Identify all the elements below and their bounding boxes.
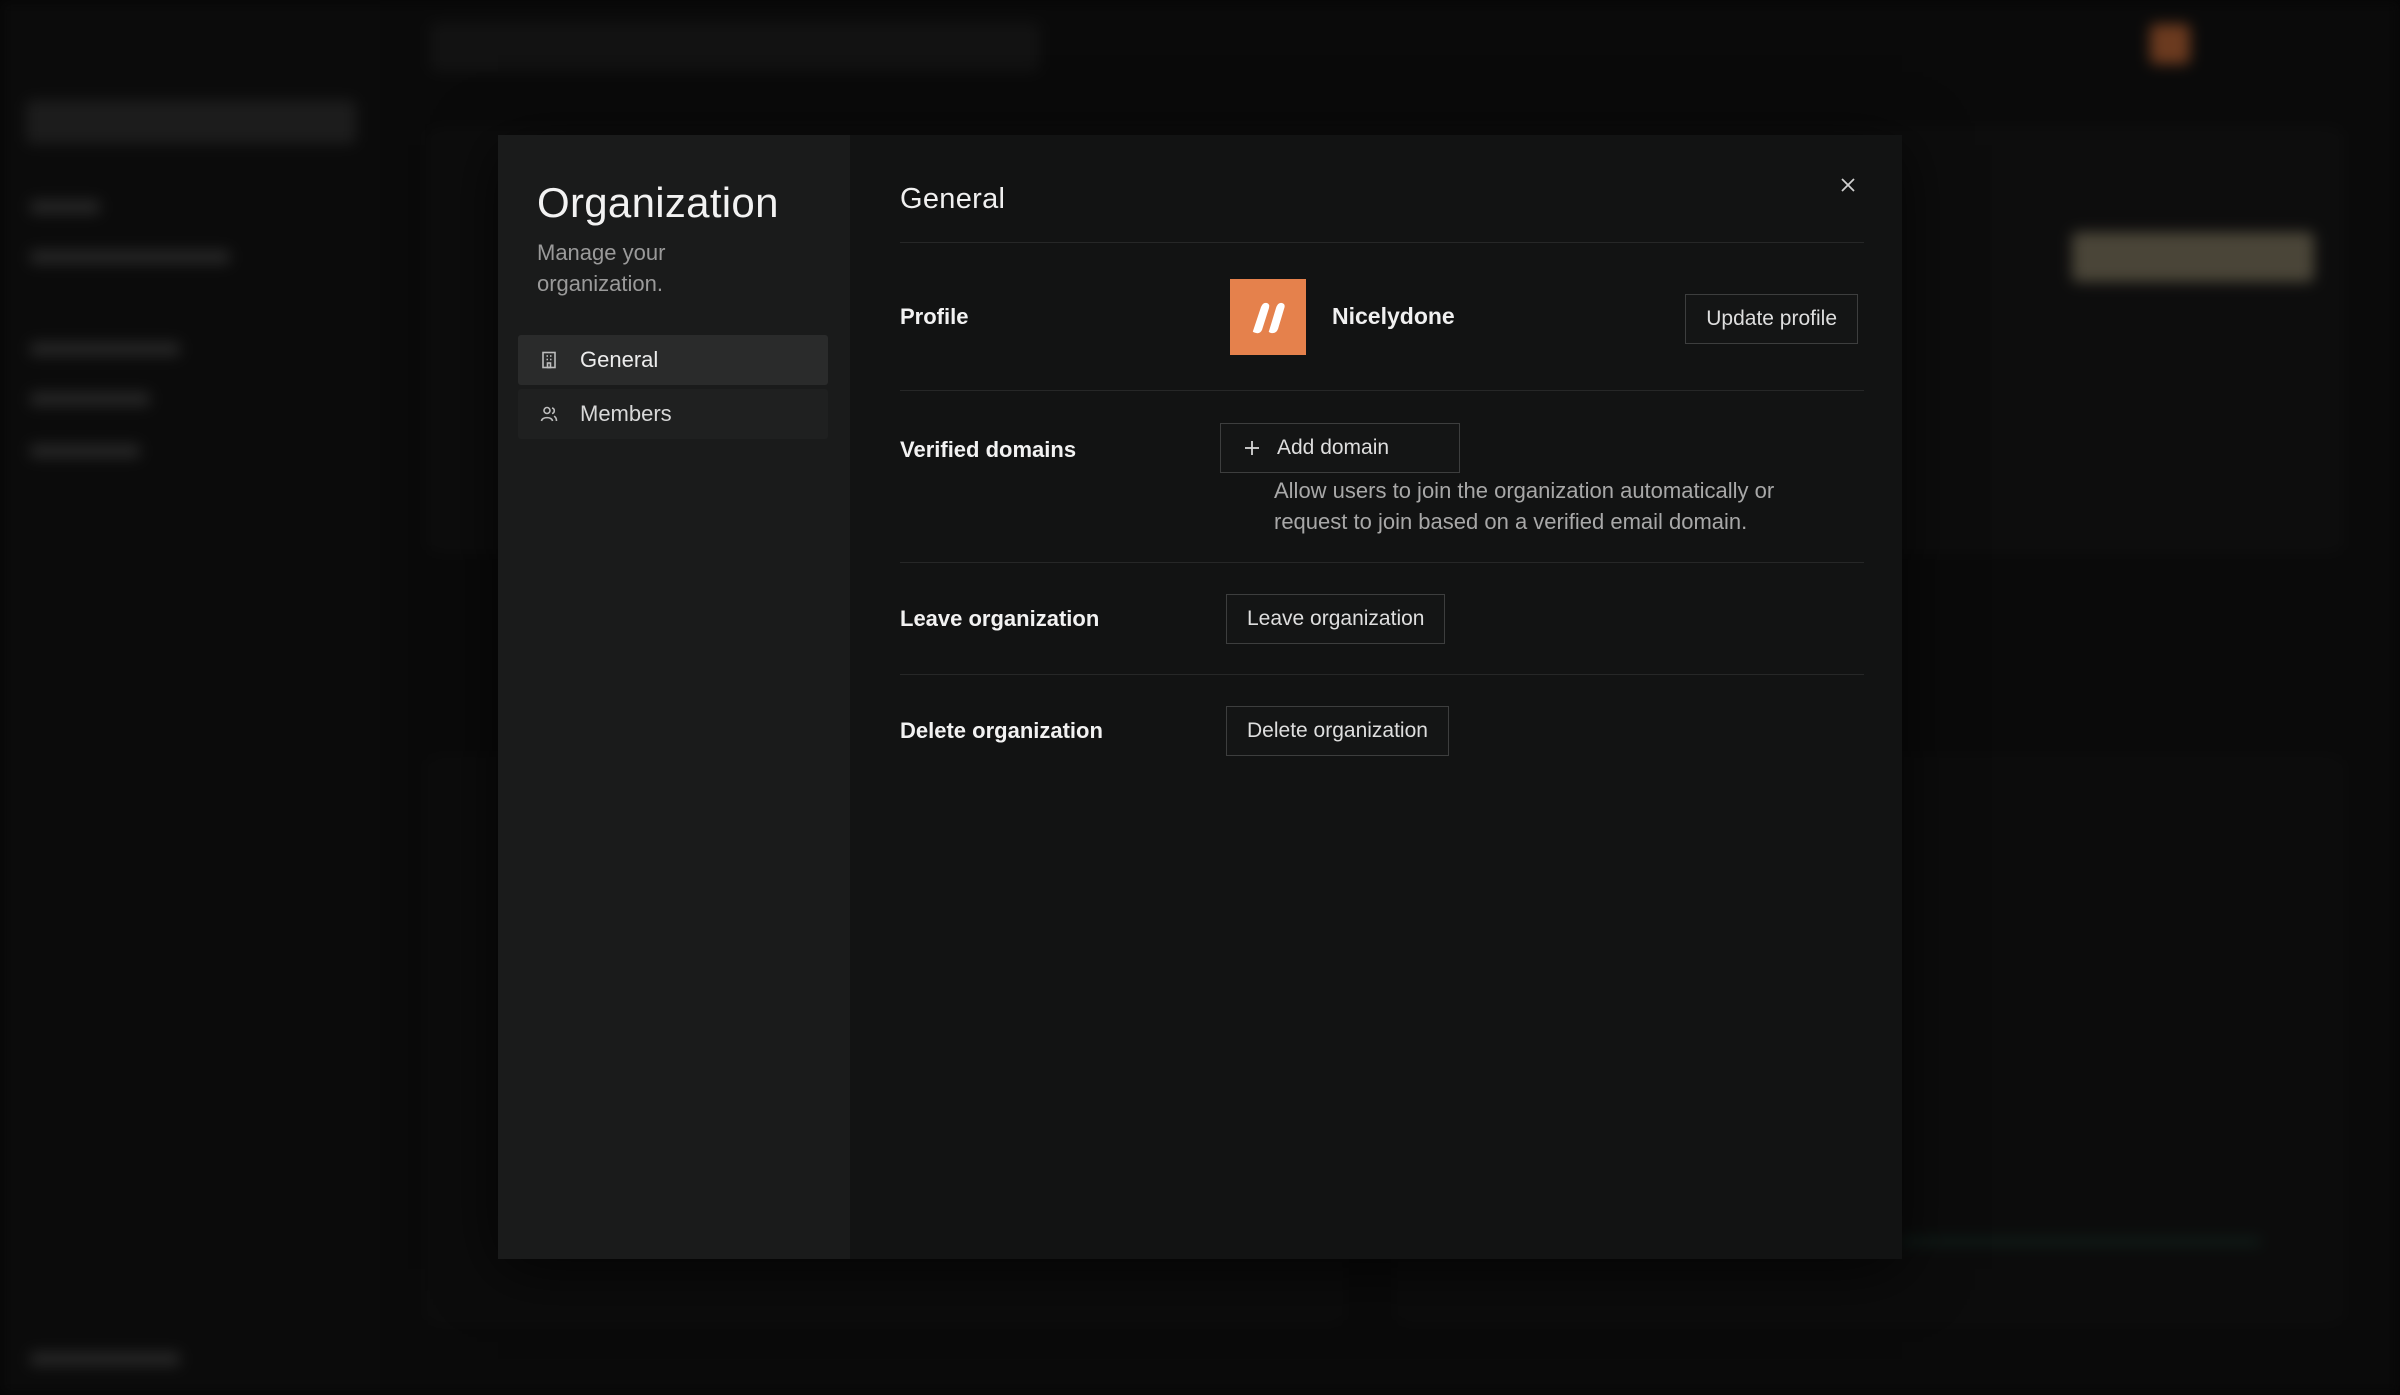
org-name: Nicelydone — [1332, 303, 1455, 329]
background-nav-active — [26, 100, 356, 144]
background-line — [30, 1352, 180, 1366]
background-avatar — [2150, 24, 2190, 64]
delete-organization-label: Delete organization — [900, 718, 1103, 743]
background-chart-line — [1900, 1240, 2260, 1243]
users-icon — [538, 403, 560, 425]
section-title: General — [900, 183, 1864, 243]
close-button[interactable] — [1832, 169, 1864, 201]
modal-content: General Profile Nicelydone Update profil… — [850, 135, 1902, 1259]
profile-row: Profile Nicelydone Update profile — [900, 243, 1864, 391]
modal-sidebar: Organization Manage your organization. G… — [498, 135, 850, 1259]
modal-nav: General Members — [518, 335, 830, 439]
background-line — [30, 250, 230, 264]
plus-icon — [1243, 439, 1261, 457]
add-domain-label: Add domain — [1277, 436, 1390, 459]
leave-organization-row: Leave organization Leave organization — [900, 563, 1864, 675]
nav-item-members[interactable]: Members — [518, 389, 828, 439]
background-line — [30, 342, 180, 356]
update-profile-button[interactable]: Update profile — [1685, 294, 1858, 344]
background-line — [30, 444, 140, 458]
delete-organization-button[interactable]: Delete organization — [1226, 706, 1449, 756]
delete-organization-row: Delete organization Delete organization — [900, 675, 1864, 787]
background-line — [30, 200, 100, 214]
org-logo — [1230, 278, 1306, 355]
modal-title: Organization — [537, 179, 779, 226]
nav-item-general[interactable]: General — [518, 335, 828, 385]
domains-content: Add domain Allow users to join the organ… — [1220, 423, 1834, 537]
nav-item-label: General — [580, 347, 659, 372]
close-icon — [1841, 178, 1855, 192]
verified-domains-row: Verified domains Add domain Allow users … — [900, 391, 1864, 563]
background-line — [30, 392, 150, 406]
leave-organization-button[interactable]: Leave organization — [1226, 593, 1446, 644]
building-icon — [538, 349, 560, 371]
background-search — [430, 22, 1040, 72]
domains-help-text: Allow users to join the organization aut… — [1274, 478, 1775, 534]
modal-subtitle: Manage your organization. — [537, 240, 666, 296]
background-cta — [2072, 232, 2314, 282]
background-sidebar — [0, 0, 380, 1395]
organization-modal: Organization Manage your organization. G… — [498, 135, 1902, 1259]
verified-domains-label: Verified domains — [900, 437, 1077, 462]
profile-label: Profile — [900, 303, 969, 329]
add-domain-button[interactable]: Add domain — [1220, 423, 1460, 473]
leave-organization-label: Leave organization — [900, 605, 1100, 631]
nav-item-label: Members — [580, 401, 672, 426]
